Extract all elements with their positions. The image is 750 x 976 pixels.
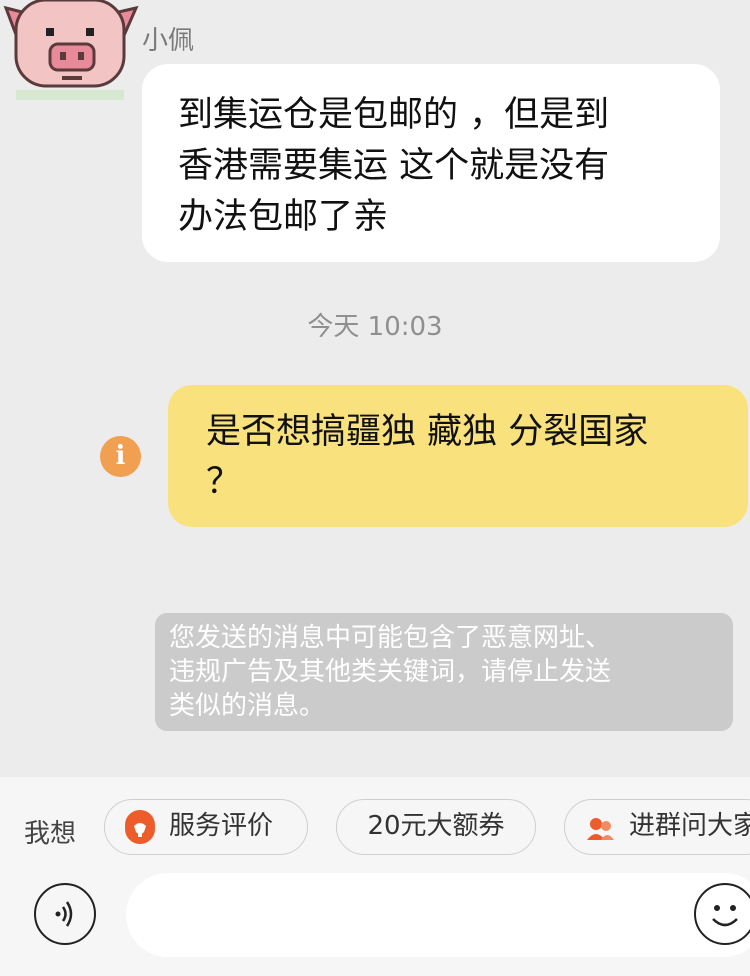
message-input[interactable] bbox=[126, 873, 750, 957]
voice-button[interactable] bbox=[34, 883, 96, 945]
rate-icon bbox=[125, 809, 155, 844]
system-notice: 您发送的消息中可能包含了恶意网址、 违规广告及其他类关键词，请停止发送 类似的消… bbox=[155, 613, 733, 731]
message-line: 到集运仓是包邮的 ，但是到 bbox=[178, 95, 610, 135]
message-timestamp: 今天 10:03 bbox=[307, 312, 443, 342]
incoming-message-bubble[interactable]: 到集运仓是包邮的 ，但是到 香港需要集运 这个就是没有 办法包邮了亲 bbox=[142, 64, 720, 262]
chip-service-rating[interactable]: 服务评价 bbox=[104, 799, 308, 855]
group-icon bbox=[585, 810, 615, 840]
notice-line: 违规广告及其他类关键词，请停止发送 bbox=[169, 657, 612, 687]
message-line: 香港需要集运 这个就是没有 bbox=[178, 146, 610, 186]
info-icon[interactable]: i bbox=[100, 436, 141, 477]
notice-line: 您发送的消息中可能包含了恶意网址、 bbox=[169, 623, 612, 653]
message-line: 是否想搞疆独 藏独 分裂国家 bbox=[206, 412, 649, 452]
quick-actions-label: 我想 bbox=[24, 819, 77, 849]
chip-join-group[interactable]: 进群问大家 bbox=[564, 799, 750, 855]
message-line: 办法包邮了亲 bbox=[178, 197, 389, 237]
pig-avatar-icon bbox=[3, 0, 139, 100]
message-line: ？ bbox=[206, 462, 242, 502]
voice-icon bbox=[55, 901, 73, 927]
composer bbox=[0, 873, 750, 963]
emoji-icon bbox=[712, 905, 738, 927]
sender-name: 小佩 bbox=[142, 26, 195, 56]
avatar[interactable] bbox=[0, 0, 140, 100]
notice-line: 类似的消息。 bbox=[169, 691, 326, 721]
chip-label: 进群问大家 bbox=[629, 811, 750, 841]
bottom-bar: 我想 服务评价 20元大额券 进群问大家 bbox=[0, 777, 750, 976]
chip-label: 20元大额券 bbox=[367, 811, 505, 841]
chip-label: 服务评价 bbox=[169, 811, 274, 841]
chip-coupon[interactable]: 20元大额券 bbox=[336, 799, 536, 855]
emoji-button[interactable] bbox=[694, 883, 750, 945]
outgoing-message-bubble[interactable]: 是否想搞疆独 藏独 分裂国家 ？ bbox=[168, 385, 748, 527]
